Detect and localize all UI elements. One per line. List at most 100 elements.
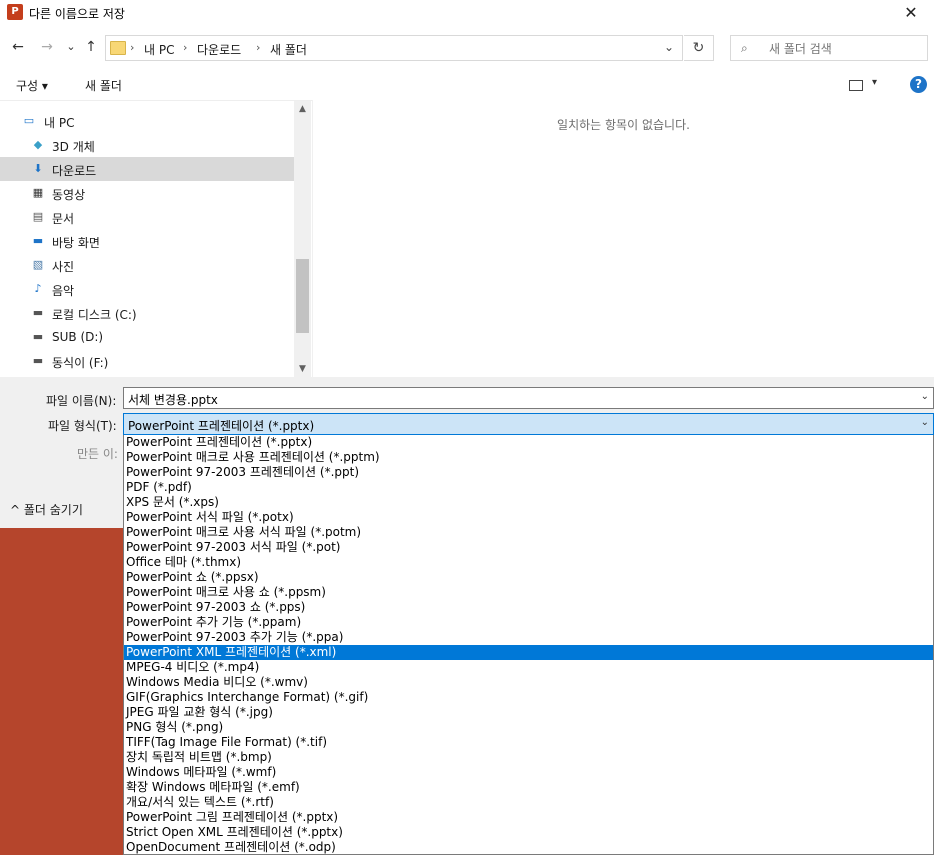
filetype-option[interactable]: PowerPoint 프레젠테이션 (*.pptx) — [124, 435, 933, 450]
tree-item[interactable]: ▬ 바탕 화면 — [0, 229, 294, 253]
filetype-option[interactable]: PDF (*.pdf) — [124, 480, 933, 495]
filetype-option[interactable]: PNG 형식 (*.png) — [124, 720, 933, 735]
organize-button[interactable]: 구성 ▾ — [16, 77, 48, 94]
filetype-option[interactable]: GIF(Graphics Interchange Format) (*.gif) — [124, 690, 933, 705]
breadcrumb-separator: › — [130, 41, 135, 54]
forward-button[interactable]: → — [38, 38, 56, 56]
music-icon: ♪ — [34, 282, 42, 295]
chevron-down-icon: ⌄ — [66, 40, 76, 53]
chevron-down-icon[interactable]: ⌄ — [921, 391, 929, 402]
drive-icon: ▬ — [32, 354, 44, 367]
breadcrumb-separator: › — [183, 41, 188, 54]
tree-item-label: 음악 — [52, 284, 75, 298]
refresh-button[interactable]: ↻ — [684, 35, 714, 61]
filetype-option[interactable]: OpenDocument 프레젠테이션 (*.odp) — [124, 840, 933, 854]
author-label: 만든 이: — [77, 447, 118, 461]
scroll-down-icon[interactable]: ▼ — [294, 361, 311, 378]
breadcrumb-item[interactable]: 다운로드 — [197, 41, 241, 58]
tree-item[interactable]: ▬ 동식이 (F:) — [0, 349, 294, 373]
back-button[interactable]: ← — [9, 38, 27, 56]
tree-item-label: 동영상 — [52, 188, 86, 202]
breadcrumb-item[interactable]: 새 폴더 — [270, 41, 307, 58]
recent-locations-button[interactable]: ⌄ — [62, 38, 80, 56]
tree-item[interactable]: ▬ 로컬 디스크 (C:) — [0, 301, 294, 325]
filename-label: 파일 이름(N): — [46, 394, 117, 408]
filetype-option[interactable]: Windows Media 비디오 (*.wmv) — [124, 675, 933, 690]
filename-value[interactable]: 서체 변경용.pptx — [128, 391, 218, 408]
desktop-icon: ▬ — [32, 234, 44, 247]
filetype-option[interactable]: MPEG-4 비디오 (*.mp4) — [124, 660, 933, 675]
filetype-option[interactable]: PowerPoint 97-2003 프레젠테이션 (*.ppt) — [124, 465, 933, 480]
tree-item-label: 바탕 화면 — [52, 236, 100, 250]
filetype-option[interactable]: XPS 문서 (*.xps) — [124, 495, 933, 510]
filetype-option[interactable]: 장치 독립적 비트맵 (*.bmp) — [124, 750, 933, 765]
filetype-option[interactable]: Office 테마 (*.thmx) — [124, 555, 933, 570]
filetype-option[interactable]: Windows 메타파일 (*.wmf) — [124, 765, 933, 780]
tree-item[interactable]: ▭ 내 PC — [0, 109, 294, 133]
search-icon: ⌕ — [741, 41, 748, 55]
close-icon: ✕ — [904, 3, 918, 22]
refresh-icon: ↻ — [692, 40, 705, 56]
view-options-icon[interactable] — [849, 80, 863, 91]
tree-item-label: 로컬 디스크 (C:) — [52, 308, 137, 322]
search-box[interactable]: ⌕ — [730, 35, 928, 61]
tree-scrollbar[interactable]: ▲ ▼ — [294, 101, 311, 378]
view-dropdown-icon[interactable]: ▾ — [872, 77, 877, 88]
filetype-select[interactable]: PowerPoint 프레젠테이션 (*.pptx) ⌄ — [123, 413, 934, 435]
up-button[interactable]: ↑ — [82, 38, 100, 56]
tree-item-label: 내 PC — [44, 116, 75, 130]
filetype-option[interactable]: TIFF(Tag Image File Format) (*.tif) — [124, 735, 933, 750]
tree-item[interactable]: ⬇ 다운로드 — [0, 157, 294, 181]
filetype-option[interactable]: PowerPoint 매크로 사용 서식 파일 (*.potm) — [124, 525, 933, 540]
new-folder-button[interactable]: 새 폴더 — [85, 77, 122, 94]
filetype-option[interactable]: PowerPoint XML 프레젠테이션 (*.xml) — [124, 645, 933, 660]
search-input[interactable] — [767, 39, 921, 59]
breadcrumb-item[interactable]: 내 PC — [144, 41, 174, 58]
filetype-option[interactable]: PowerPoint 추가 기능 (*.ppam) — [124, 615, 933, 630]
filetype-option[interactable]: PowerPoint 97-2003 서식 파일 (*.pot) — [124, 540, 933, 555]
filetype-option[interactable]: PowerPoint 97-2003 쇼 (*.pps) — [124, 600, 933, 615]
filetype-option[interactable]: PowerPoint 그림 프레젠테이션 (*.pptx) — [124, 810, 933, 825]
folder-icon — [110, 41, 126, 55]
up-arrow-icon: ↑ — [85, 39, 97, 55]
filetype-option[interactable]: 확장 Windows 메타파일 (*.emf) — [124, 780, 933, 795]
tree-item-label: 3D 개체 — [52, 140, 95, 154]
filetype-dropdown-list: PowerPoint 프레젠테이션 (*.pptx) PowerPoint 매크로… — [123, 435, 934, 855]
filetype-option[interactable]: 개요/서식 있는 텍스트 (*.rtf) — [124, 795, 933, 810]
filetype-option[interactable]: PowerPoint 매크로 사용 쇼 (*.ppsm) — [124, 585, 933, 600]
pane-divider[interactable] — [312, 100, 313, 377]
tree-item-label: 다운로드 — [52, 164, 97, 178]
scroll-up-icon[interactable]: ▲ — [294, 101, 311, 118]
tree-item[interactable]: ♪ 음악 — [0, 277, 294, 301]
scroll-thumb[interactable] — [296, 259, 309, 333]
help-button[interactable]: ? — [910, 76, 927, 93]
breadcrumb-separator: › — [256, 41, 261, 54]
drive-icon: ▬ — [32, 306, 44, 319]
address-bar[interactable]: › 내 PC › 다운로드 › 새 폴더 ⌄ — [105, 35, 683, 61]
tree-item[interactable]: ▧ 사진 — [0, 253, 294, 277]
dialog-title: 다른 이름으로 저장 — [29, 7, 125, 21]
filetype-option[interactable]: PowerPoint 97-2003 추가 기능 (*.ppa) — [124, 630, 933, 645]
filetype-option[interactable]: PowerPoint 서식 파일 (*.potx) — [124, 510, 933, 525]
empty-folder-message: 일치하는 항목이 없습니다. — [557, 118, 690, 132]
filetype-option[interactable]: JPEG 파일 교환 형식 (*.jpg) — [124, 705, 933, 720]
close-button[interactable]: ✕ — [888, 0, 934, 26]
tree-item[interactable]: ▤ 문서 — [0, 205, 294, 229]
tree-item[interactable]: ▦ 동영상 — [0, 181, 294, 205]
filetype-option[interactable]: PowerPoint 매크로 사용 프레젠테이션 (*.pptm) — [124, 450, 933, 465]
address-dropdown-icon[interactable]: ⌄ — [664, 40, 674, 54]
picture-icon: ▧ — [32, 258, 44, 271]
tree-item[interactable]: ◆ 3D 개체 — [0, 133, 294, 157]
tree-item-label: 문서 — [52, 212, 75, 226]
filetype-value[interactable]: PowerPoint 프레젠테이션 (*.pptx) — [128, 417, 314, 434]
filetype-option[interactable]: Strict Open XML 프레젠테이션 (*.pptx) — [124, 825, 933, 840]
title-bar: P 다른 이름으로 저장 ✕ — [0, 0, 934, 26]
filetype-option[interactable]: PowerPoint 쇼 (*.ppsx) — [124, 570, 933, 585]
chevron-down-icon[interactable]: ⌄ — [921, 417, 929, 428]
tree-item[interactable]: ▬ SUB (D:) — [0, 325, 294, 349]
tree-item-label: 사진 — [52, 260, 75, 274]
download-icon: ⬇ — [33, 162, 43, 175]
hide-folders-button[interactable]: ^ 폴더 숨기기 — [10, 501, 83, 518]
cube-icon: ◆ — [33, 138, 43, 151]
filename-field[interactable]: 서체 변경용.pptx ⌄ — [123, 387, 934, 409]
